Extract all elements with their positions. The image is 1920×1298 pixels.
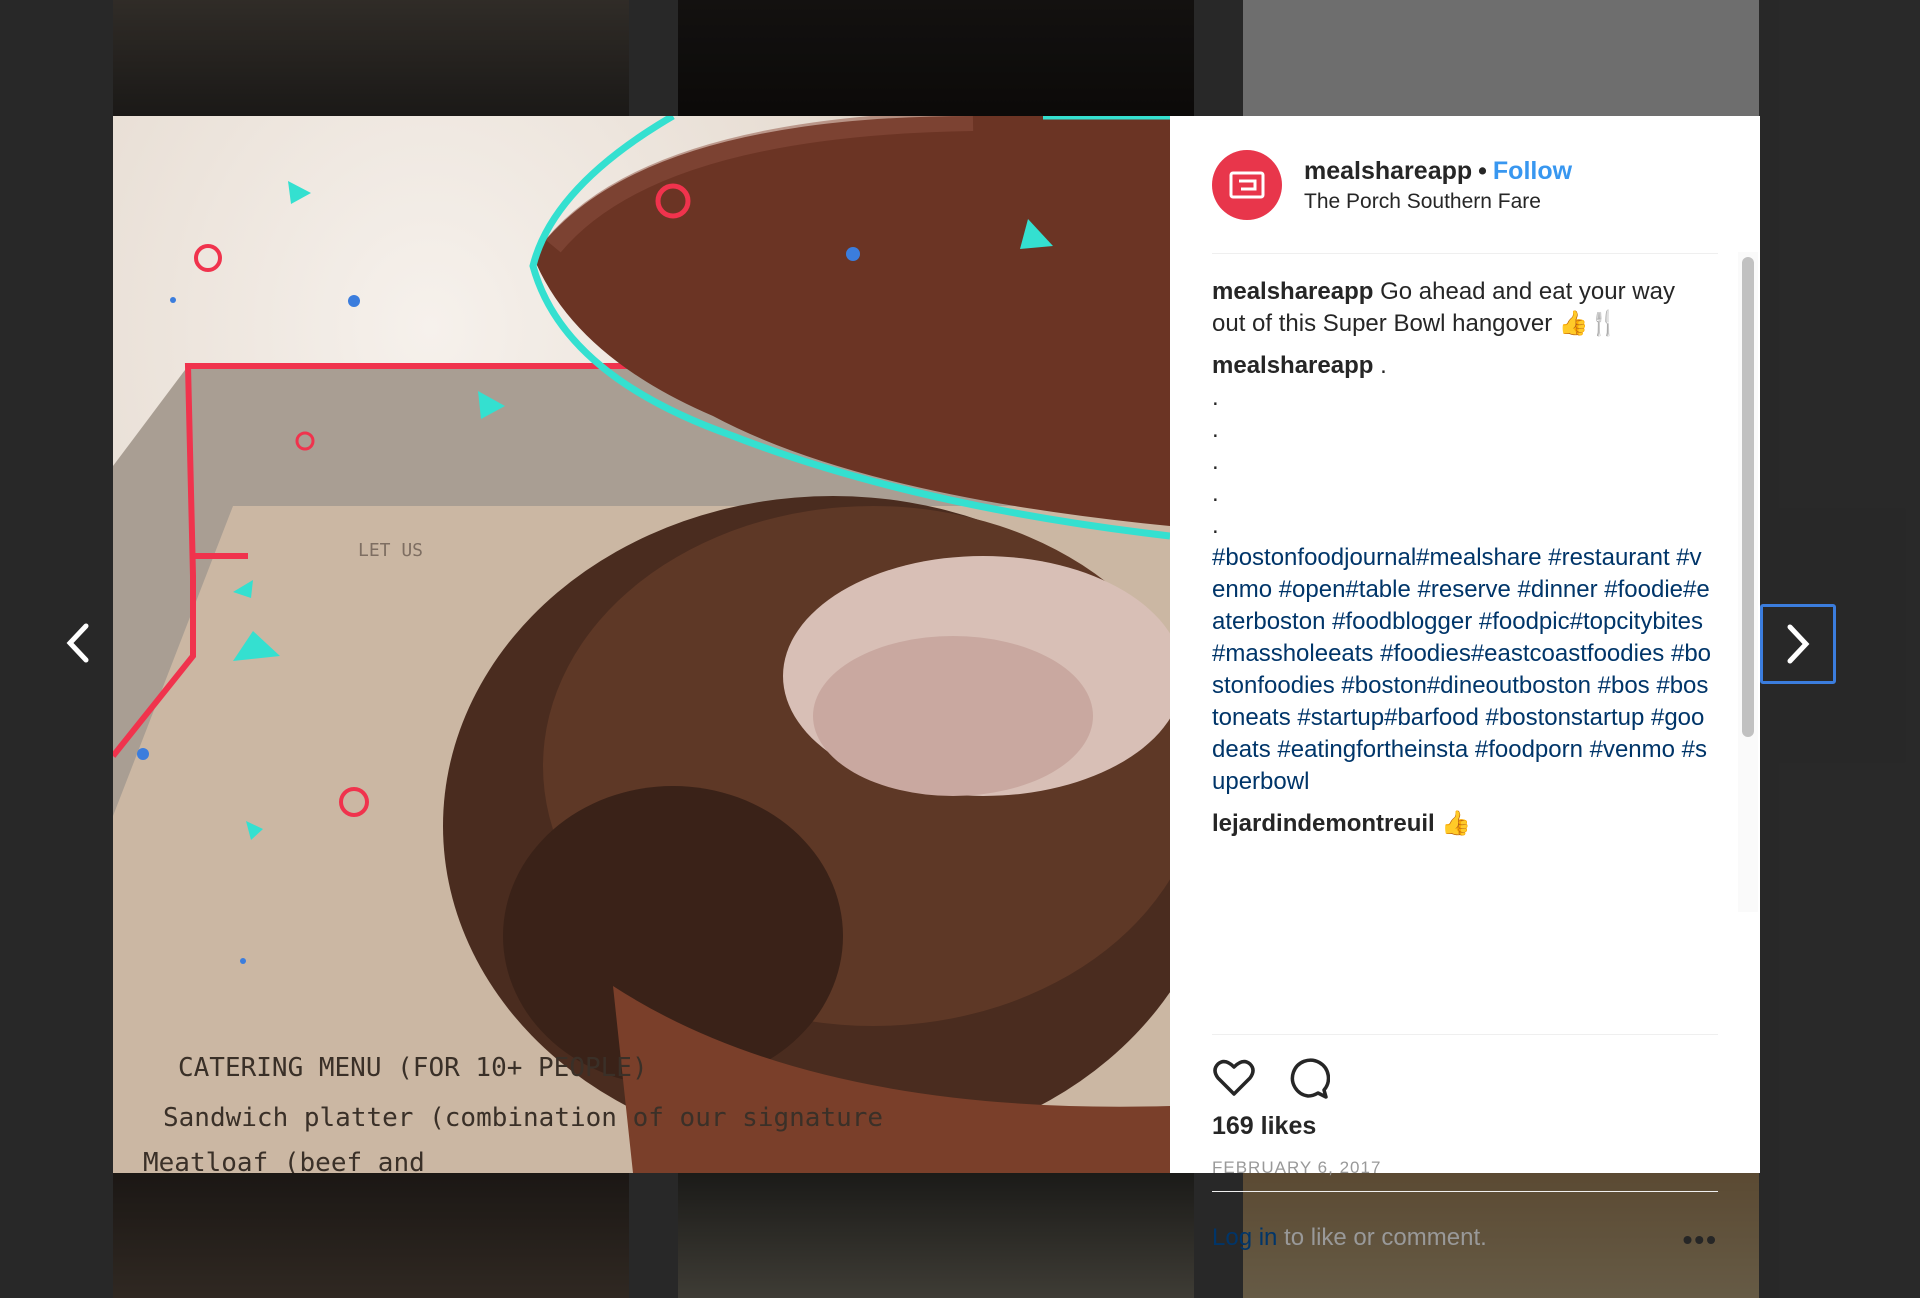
post-photo[interactable]: CATERING MENU (FOR 10+ PEOPLE) Sandwich … (113, 116, 1170, 1173)
paper-note-text: LET US (358, 540, 423, 561)
heart-icon (1213, 1059, 1255, 1096)
dot-line: . (1212, 448, 1219, 475)
post-header: mealshareapp • Follow The Porch Southern F… (1170, 116, 1760, 253)
caption: mealshareapp Go ahead and eat your way o… (1212, 276, 1712, 340)
dots-block: . . . . . (1212, 382, 1712, 542)
next-post-button[interactable] (1760, 604, 1836, 684)
chevron-right-icon (1787, 624, 1810, 664)
dot-line: . (1212, 512, 1219, 539)
hashtags[interactable]: #bostonfoodjournal#mealshare #restaurant… (1212, 542, 1712, 798)
post-modal: CATERING MENU (FOR 10+ PEOPLE) Sandwich … (113, 116, 1760, 1255)
post-footer: Log in to like or comment. ••• (1212, 1224, 1718, 1256)
separator: • (1478, 156, 1487, 185)
previous-post-button[interactable] (40, 605, 116, 681)
like-button[interactable] (1212, 1056, 1256, 1100)
footer-divider (1212, 1191, 1718, 1192)
dot-line: . (1212, 480, 1219, 507)
action-bar (1212, 1056, 1331, 1100)
comments-list: mealshareapp Go ahead and eat your way o… (1212, 276, 1712, 1034)
follow-button[interactable]: Follow (1493, 157, 1572, 185)
scrollbar-thumb[interactable] (1742, 257, 1754, 737)
more-options-button[interactable]: ••• (1683, 1224, 1718, 1256)
menu-text-line3: Meatloaf (beef and (143, 1148, 425, 1173)
menu-text-line1: CATERING MENU (FOR 10+ PEOPLE) (178, 1053, 648, 1083)
location-link[interactable]: The Porch Southern Fare (1304, 190, 1572, 214)
post-sidebar: mealshareapp • Follow The Porch Southern F… (1170, 116, 1760, 1255)
login-link[interactable]: Log in (1212, 1224, 1277, 1251)
caption-username[interactable]: mealshareapp (1212, 278, 1373, 305)
chevron-left-icon (66, 623, 89, 663)
comment-username[interactable]: lejardindemontreuil (1212, 810, 1435, 837)
photo-illustration: CATERING MENU (FOR 10+ PEOPLE) Sandwich … (113, 116, 1170, 1173)
dot-line: . (1212, 416, 1219, 443)
actions-divider (1212, 1034, 1718, 1035)
list-item: mealshareapp . . . . . . #bostonfoodjour… (1212, 350, 1712, 798)
header-divider (1212, 253, 1718, 254)
post-date: FEBRUARY 6, 2017 (1212, 1158, 1382, 1177)
dot-line: . (1212, 384, 1219, 411)
avatar[interactable] (1212, 149, 1282, 220)
mealshare-logo-icon (1229, 171, 1265, 198)
comment-username[interactable]: mealshareapp (1212, 352, 1373, 379)
list-item: lejardindemontreuil 👍 (1212, 808, 1712, 840)
comment-bubble-icon (1290, 1058, 1331, 1099)
comment-text: 👍 (1441, 810, 1472, 837)
comment-button[interactable] (1286, 1056, 1331, 1100)
username-link[interactable]: mealshareapp (1304, 157, 1472, 185)
login-suffix: to like or comment. (1277, 1224, 1487, 1251)
likes-count[interactable]: 169 likes (1212, 1112, 1316, 1141)
menu-text-line2: Sandwich platter (combination of our sig… (163, 1103, 883, 1133)
comment-text: . (1380, 352, 1387, 379)
